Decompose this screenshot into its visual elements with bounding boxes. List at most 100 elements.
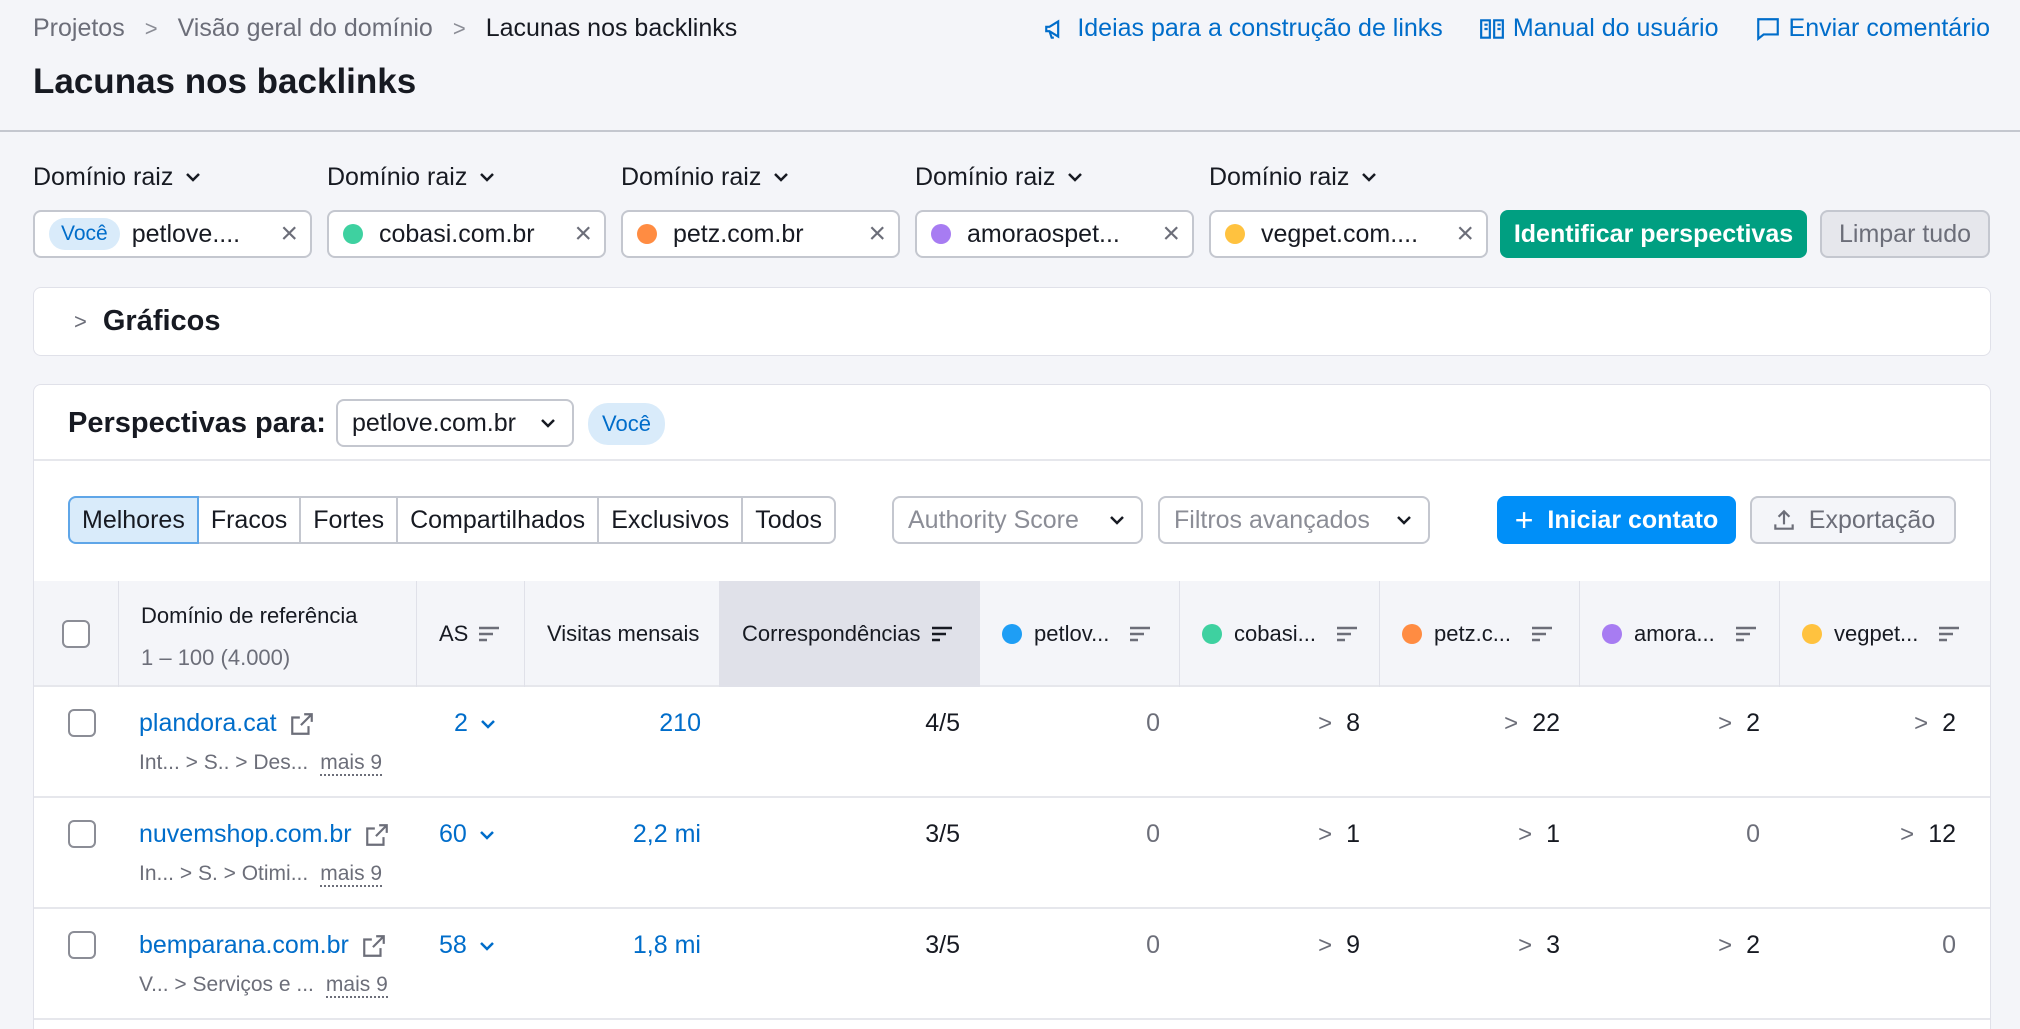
categories-text: Int... > S.. > Des... mais 9 <box>139 751 383 776</box>
close-icon[interactable]: × <box>1162 219 1180 249</box>
domain-type-select[interactable]: Domínio raiz <box>1209 160 1488 194</box>
amoraospets-backlinks-value[interactable]: >2 <box>1580 931 1760 960</box>
cobasi-backlinks-value[interactable]: >9 <box>1180 931 1360 960</box>
sort-icon <box>1532 626 1553 642</box>
referring-domain-link[interactable]: plandora.cat <box>139 709 315 738</box>
color-dot-icon <box>1802 624 1822 644</box>
external-link-icon[interactable] <box>289 711 315 737</box>
domain-input-competitor[interactable]: petz.com.br × <box>621 210 900 258</box>
external-link-icon[interactable] <box>364 822 390 848</box>
count-value: 9 <box>1346 931 1360 959</box>
close-icon[interactable]: × <box>1456 219 1474 249</box>
matches-value: 3/5 <box>925 931 960 959</box>
row-checkbox[interactable] <box>68 820 96 848</box>
vegpet-backlinks-value[interactable]: >12 <box>1780 820 1956 849</box>
categories-value: Int... > S.. > Des... <box>139 751 309 774</box>
row-checkbox[interactable] <box>68 709 96 737</box>
monthly-visits-value[interactable]: 210 <box>525 709 701 738</box>
breadcrumb-domain-overview[interactable]: Visão geral do domínio <box>178 14 433 43</box>
charts-panel[interactable]: > Gráficos <box>33 287 1991 356</box>
sort-icon <box>1336 626 1357 642</box>
domain-input-you[interactable]: Você petlove.... × <box>33 210 312 258</box>
identify-prospects-button[interactable]: Identificar perspectivas <box>1500 210 1807 258</box>
more-categories-link[interactable]: mais 9 <box>325 973 388 998</box>
petz-backlinks-value[interactable]: >22 <box>1380 709 1560 738</box>
header-monthly-visits[interactable]: Visitas mensais <box>525 581 720 687</box>
select-all-checkbox[interactable] <box>62 620 90 648</box>
header-col-cobasi[interactable]: cobasi... <box>1180 581 1380 687</box>
cobasi-backlinks-value[interactable]: >1 <box>1180 820 1360 849</box>
monthly-visits-value[interactable]: 1,8 mi <box>525 931 701 960</box>
referring-domain-link[interactable]: bemparana.com.br <box>139 931 387 960</box>
header-col-petlove[interactable]: petlov... <box>980 581 1180 687</box>
petz-backlinks-value[interactable]: >1 <box>1380 820 1560 849</box>
amoraospets-backlinks-value: 0 <box>1580 820 1760 849</box>
tab-strong[interactable]: Fortes <box>301 496 399 544</box>
domain-type-select[interactable]: Domínio raiz <box>327 160 606 194</box>
count-value: 2 <box>1746 931 1760 959</box>
tab-best[interactable]: Melhores <box>68 496 199 544</box>
close-icon[interactable]: × <box>574 219 592 249</box>
more-categories-link[interactable]: mais 9 <box>320 751 383 776</box>
domain-value: petz.com.br <box>673 219 804 248</box>
count-value: 0 <box>1746 820 1760 848</box>
header-as[interactable]: AS <box>417 581 525 687</box>
tab-shared[interactable]: Compartilhados <box>398 496 600 544</box>
monthly-visits-value[interactable]: 2,2 mi <box>525 820 701 849</box>
domain-input-competitor[interactable]: amoraospet... × <box>915 210 1194 258</box>
as-dropdown[interactable]: 60 <box>439 820 497 849</box>
header-col-vegpet[interactable]: vegpet... <box>1780 581 1990 687</box>
amoraospets-backlinks-value[interactable]: >2 <box>1580 709 1760 738</box>
perspective-domain-select[interactable]: petlove.com.br <box>336 399 574 447</box>
close-icon[interactable]: × <box>868 219 886 249</box>
as-value: 58 <box>439 931 467 959</box>
tab-all[interactable]: Todos <box>743 496 836 544</box>
domain-column-2: Domínio raiz cobasi.com.br × <box>327 160 606 258</box>
count-value: 0 <box>1146 820 1160 848</box>
as-value: 60 <box>439 820 467 848</box>
chevron-right-icon: > <box>144 15 158 41</box>
sort-icon <box>1735 626 1756 642</box>
table-row: plandora.cat Int... > S.. > Des... mais 9… <box>34 687 1990 798</box>
chevron-down-icon <box>774 173 789 182</box>
chevron-down-icon <box>186 173 201 182</box>
select-all-cell <box>34 581 119 687</box>
chevron-right-icon: > <box>1518 931 1533 959</box>
header-col-petz[interactable]: petz.c... <box>1380 581 1580 687</box>
link-ideas-label: Ideias para a construção de links <box>1077 14 1443 42</box>
advanced-filters[interactable]: Filtros avançados <box>1158 496 1430 544</box>
domain-type-label: Domínio raiz <box>915 162 1056 191</box>
domain-input-competitor[interactable]: vegpet.com.... × <box>1209 210 1488 258</box>
tab-exclusive[interactable]: Exclusivos <box>599 496 744 544</box>
row-checkbox[interactable] <box>68 931 96 959</box>
domain-type-select[interactable]: Domínio raiz <box>33 160 312 194</box>
cobasi-backlinks-value[interactable]: >8 <box>1180 709 1360 738</box>
domain-type-select[interactable]: Domínio raiz <box>621 160 900 194</box>
export-button[interactable]: Exportação <box>1750 496 1956 544</box>
referring-domain-text: nuvemshop.com.br <box>139 820 352 848</box>
breadcrumb-projects[interactable]: Projetos <box>33 14 125 43</box>
petz-backlinks-value[interactable]: >3 <box>1380 931 1560 960</box>
close-icon[interactable]: × <box>280 219 298 249</box>
domain-input-competitor[interactable]: cobasi.com.br × <box>327 210 606 258</box>
tab-weak[interactable]: Fracos <box>198 496 302 544</box>
page-title: Lacunas nos backlinks <box>33 62 417 101</box>
chevron-down-icon <box>1068 173 1083 182</box>
petlove-backlinks-value: 0 <box>980 709 1160 738</box>
referring-domain-link[interactable]: nuvemshop.com.br <box>139 820 390 849</box>
clear-all-button[interactable]: Limpar tudo <box>1820 210 1990 258</box>
more-categories-link[interactable]: mais 9 <box>320 862 383 887</box>
header-matches[interactable]: Correspondências <box>720 581 980 687</box>
link-manual[interactable]: Manual do usuário <box>1479 14 1719 43</box>
header-col-amoraospets[interactable]: amora... <box>1580 581 1780 687</box>
link-feedback[interactable]: Enviar comentário <box>1755 14 1990 43</box>
domain-type-select[interactable]: Domínio raiz <box>915 160 1194 194</box>
start-contact-button[interactable]: + Iniciar contato <box>1497 496 1736 544</box>
vegpet-backlinks-value[interactable]: >2 <box>1780 709 1956 738</box>
link-ideas[interactable]: Ideias para a construção de links <box>1043 14 1443 43</box>
as-dropdown[interactable]: 2 <box>454 709 498 738</box>
external-link-icon[interactable] <box>361 933 387 959</box>
megaphone-icon <box>1045 18 1060 39</box>
as-dropdown[interactable]: 58 <box>439 931 497 960</box>
authority-score-filter[interactable]: Authority Score <box>892 496 1143 544</box>
